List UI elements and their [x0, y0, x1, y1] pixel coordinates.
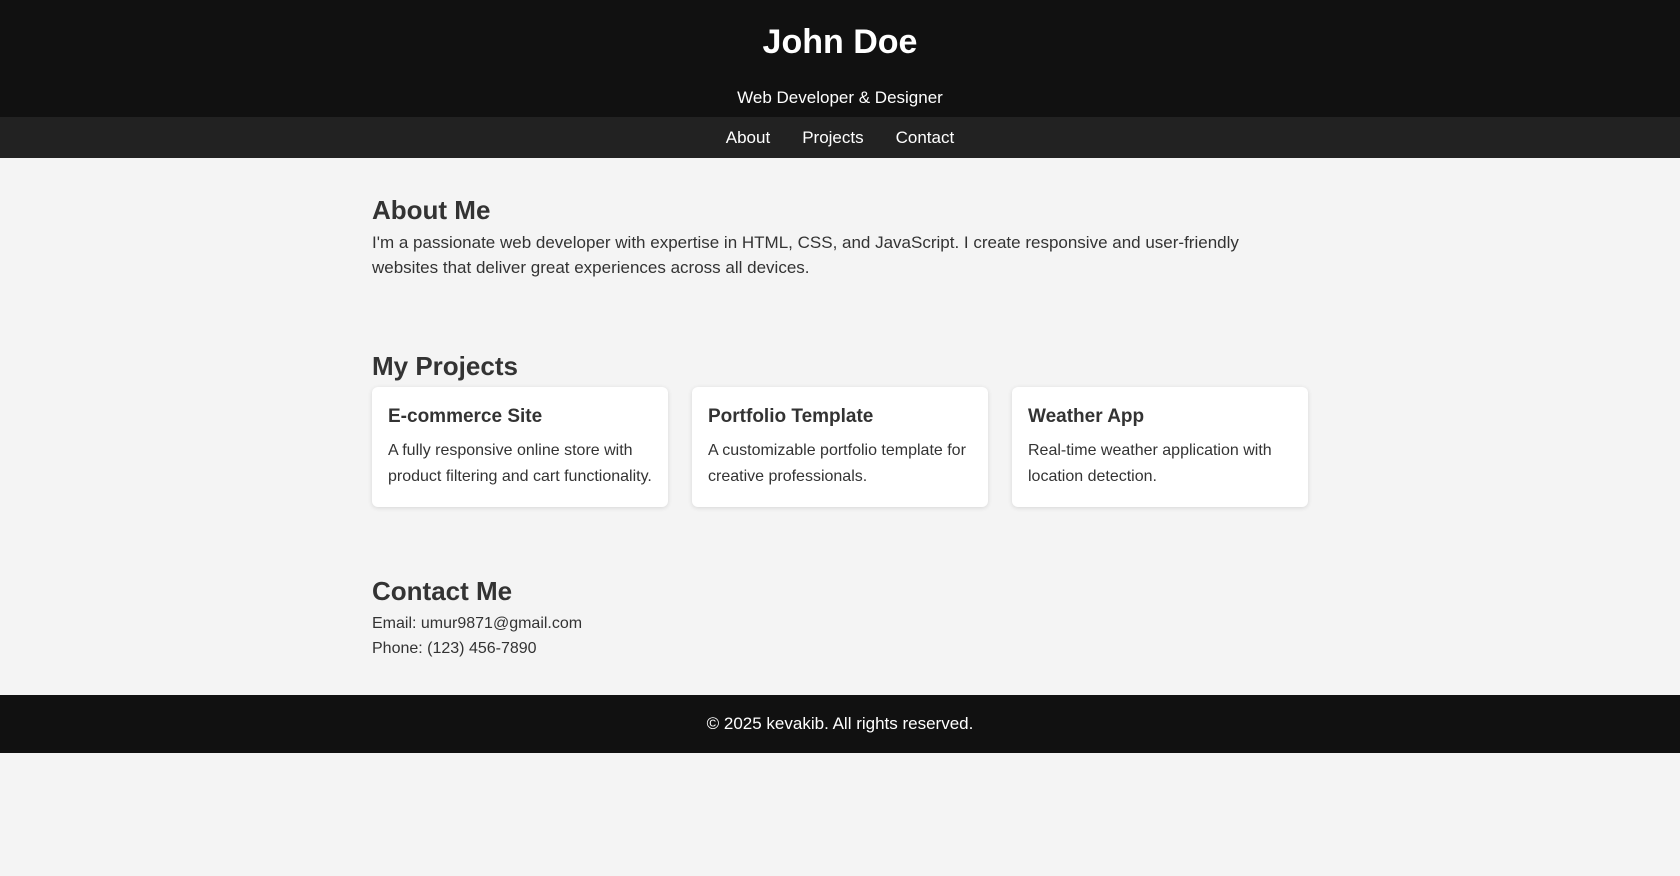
project-cards: E-commerce Site A fully responsive onlin… — [372, 387, 1308, 507]
site-footer: © 2025 kevakib. All rights reserved. — [0, 695, 1680, 753]
main-nav: About Projects Contact — [0, 117, 1680, 158]
contact-phone: Phone: (123) 456-7890 — [372, 640, 537, 657]
footer-copyright: © 2025 kevakib. All rights reserved. — [706, 714, 974, 733]
project-card-title: Portfolio Template — [708, 406, 874, 427]
site-header: John Doe Web Developer & Designer — [0, 0, 1680, 117]
site-title: John Doe — [762, 23, 918, 61]
project-card-portfolio: Portfolio Template A customizable portfo… — [692, 387, 988, 507]
project-card-description: A customizable portfolio template for cr… — [708, 442, 966, 485]
contact-title: Contact Me — [372, 576, 513, 606]
projects-title: My Projects — [372, 351, 518, 381]
project-card-description: Real-time weather application with locat… — [1028, 442, 1272, 485]
nav-link-projects[interactable]: Projects — [802, 128, 863, 148]
about-section: About Me I'm a passionate web developer … — [372, 158, 1308, 280]
nav-link-about[interactable]: About — [726, 128, 770, 148]
project-card-title: Weather App — [1028, 406, 1145, 427]
contact-email: Email: umur9871@gmail.com — [372, 615, 583, 632]
project-card-title: E-commerce Site — [388, 406, 543, 427]
contact-section: Contact Me Email: umur9871@gmail.com Pho… — [372, 507, 1308, 661]
site-tagline: Web Developer & Designer — [737, 88, 943, 107]
nav-link-contact[interactable]: Contact — [896, 128, 955, 148]
project-card-ecommerce: E-commerce Site A fully responsive onlin… — [372, 387, 668, 507]
about-title: About Me — [372, 195, 491, 225]
about-text: I'm a passionate web developer with expe… — [372, 233, 1239, 277]
projects-section: My Projects E-commerce Site A fully resp… — [372, 280, 1308, 507]
project-card-description: A fully responsive online store with pro… — [388, 442, 652, 485]
project-card-weather: Weather App Real-time weather applicatio… — [1012, 387, 1308, 507]
main-content: About Me I'm a passionate web developer … — [372, 158, 1308, 661]
